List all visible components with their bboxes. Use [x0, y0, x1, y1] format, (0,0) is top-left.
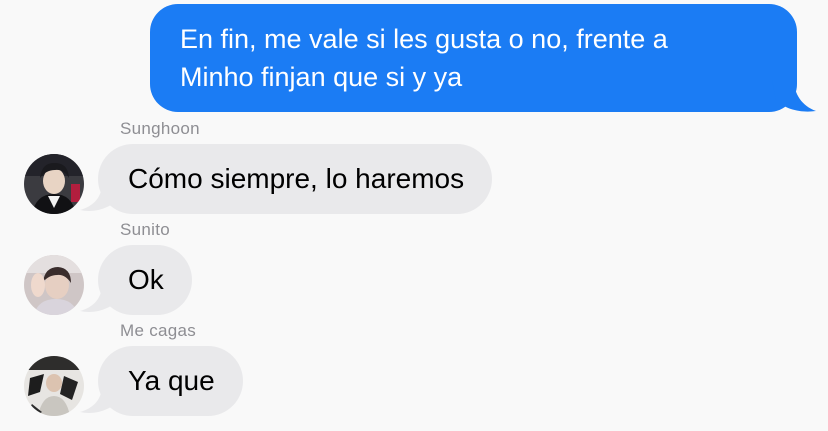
avatar-photo-icon [24, 255, 84, 315]
sender-name: Me cagas [120, 321, 197, 340]
message-text: Ya que [128, 365, 215, 396]
avatar-photo-icon [24, 154, 84, 214]
avatar-photo-icon [24, 356, 84, 416]
sender-name: Sunito [120, 220, 171, 239]
avatar[interactable] [24, 255, 84, 315]
sender-name: Sunghoon [120, 119, 200, 138]
incoming-message-bubble[interactable]: Ok [98, 245, 192, 315]
outgoing-bubble-tail [772, 80, 816, 112]
avatar[interactable] [24, 154, 84, 214]
outgoing-message-bubble[interactable]: En fin, me vale si les gusta o no, frent… [150, 4, 797, 112]
outgoing-message-line-2: Minho finjan que si y ya [180, 62, 463, 92]
message-text: Cómo siempre, lo haremos [128, 163, 465, 194]
outgoing-message-line-1: En fin, me vale si les gusta o no, frent… [180, 24, 668, 54]
incoming-message-bubble[interactable]: Ya que [98, 346, 243, 416]
message-text: Ok [128, 264, 164, 295]
incoming-message-bubble[interactable]: Cómo siempre, lo haremos [98, 144, 493, 214]
avatar[interactable] [24, 356, 84, 416]
